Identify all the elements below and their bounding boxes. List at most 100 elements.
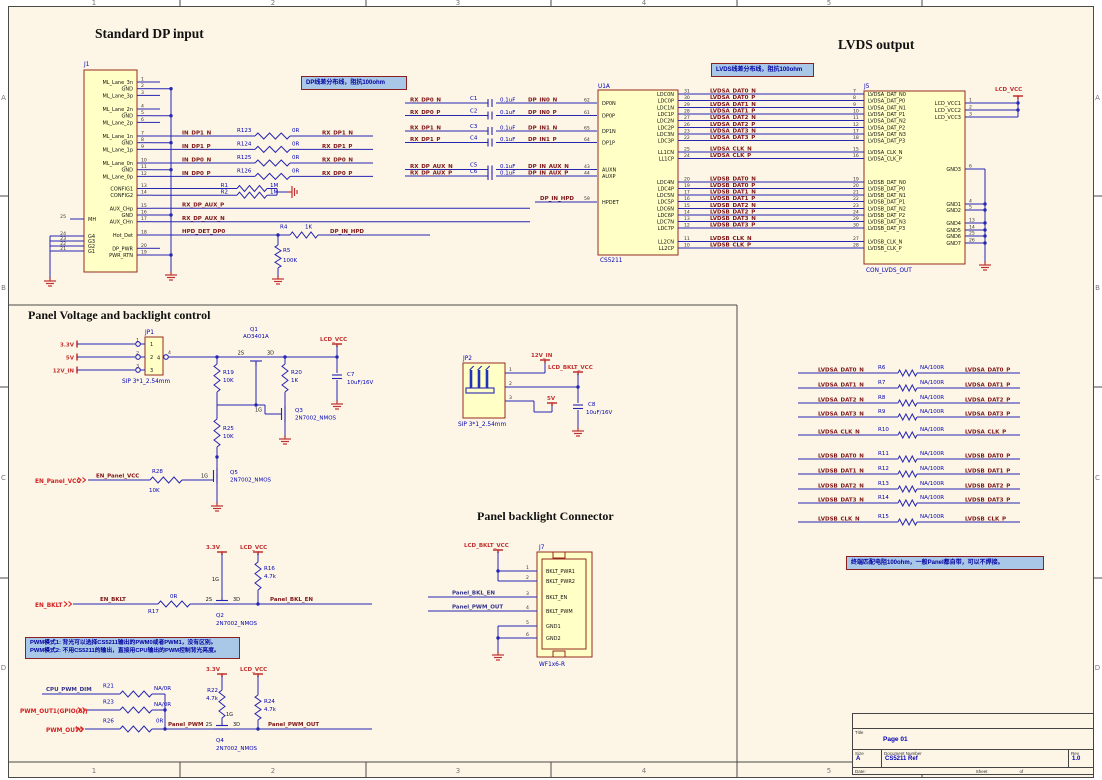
pin-name: GND4 (946, 221, 961, 227)
net-label: DP_IN_AUX_N (528, 164, 569, 170)
resistor-icon (214, 364, 220, 392)
ref-des: R16 (264, 566, 275, 572)
pin-name: ML_Lane_3n (102, 80, 133, 86)
net-label: LVDSB_DAT0_N (710, 177, 756, 183)
pin-number: 22 (853, 196, 859, 202)
net-label: Panel_PWM_OUT (268, 722, 319, 728)
pin-name: HPDET (602, 200, 620, 206)
mosfet-pad-label: 1G (255, 408, 262, 414)
value-label: 0R (156, 719, 163, 725)
power-label: 3.3V (206, 667, 221, 673)
pin-name: 2 (150, 355, 153, 361)
net-label: LVDSA_DAT3_P (710, 135, 755, 141)
doc-number-value: CS5211 Ref (882, 756, 1068, 762)
power-label: LCD_VCC (995, 87, 1022, 93)
resistor-icon (898, 400, 917, 406)
value-label: 10K (223, 378, 234, 384)
value-label: 10uF/16V (347, 380, 373, 386)
header-pin-icon (470, 370, 473, 388)
zone-letter: B (1095, 284, 1100, 292)
net-label: LVDSA_CLK_P (710, 153, 751, 159)
pin-name: LVDSA_DAT_N2 (868, 119, 906, 125)
ref-des: C5 (470, 163, 478, 169)
pin-number: 19 (684, 183, 690, 189)
pin-name: ML_Lane_0n (102, 161, 133, 167)
part-number-jp2: SIP 3*1_2.54mm (458, 422, 506, 428)
pin-name: LVDSB_DAT_P2 (868, 213, 905, 219)
junction-dot (1016, 101, 1019, 104)
resistor-icon (898, 414, 917, 420)
ref-des-q2: Q2 (216, 613, 224, 619)
pin-number: 16 (853, 153, 859, 159)
pin-name: AUX_CHp (110, 206, 133, 212)
value-label: 0R (292, 155, 299, 161)
size-value: A (853, 756, 881, 762)
pin-name: ML_Lane_3p (102, 93, 133, 99)
value-label: 0.1uF (500, 126, 515, 132)
pin-name: LDC0P (658, 99, 674, 105)
pin-name: GND1 (546, 624, 561, 630)
net-label: RX_DP0_N (410, 98, 441, 104)
pin-number: 30 (684, 95, 690, 101)
pin-number: 4 (526, 605, 529, 611)
value-label: 100K (283, 258, 297, 264)
part-number-u1a: CS5211 (600, 258, 623, 264)
pin-name: PWR_RTN (109, 253, 133, 259)
pin-name: CONFIG2 (110, 193, 133, 199)
pin-number: 61 (584, 110, 590, 116)
ref-des: R6 (878, 365, 886, 371)
ref-des: R1 (221, 183, 228, 189)
net-label: LVDSA_DAT1_P (710, 109, 755, 115)
net-label: DP_IN1_N (528, 126, 558, 132)
pin-number: 15 (853, 147, 859, 153)
pin-name: LVDSA_DAT_P3 (868, 139, 905, 145)
pin-name: ML_Lane_1p (102, 147, 133, 153)
ref-des: C1 (470, 96, 477, 102)
zone-number: 2 (271, 767, 275, 775)
net-label: IN_DP1_P (182, 144, 211, 150)
net-label: LVDSA_DAT0_N (818, 368, 864, 374)
pin-name: 1 (150, 342, 153, 348)
mosfet-pad-label: 2S (206, 722, 212, 728)
net-label: LVDSB_DAT1_P (965, 469, 1010, 475)
ref-des: R123 (237, 128, 252, 134)
ref-des-q4: Q4 (216, 738, 224, 744)
title-block-blank-row (853, 714, 1093, 729)
mosfet-pad-label: 1G (226, 712, 233, 718)
ref-des: R21 (103, 684, 114, 690)
net-label: EN_BKLT (100, 597, 126, 603)
net-label: DP_IN0_N (528, 98, 558, 104)
net-label: LVDSB_CLK_N (818, 517, 860, 523)
part-number-q1: AO3401A (243, 334, 269, 340)
resistor-icon (255, 695, 261, 720)
pin-name: GND (122, 168, 134, 174)
power-label: LCD_BKLT_VCC (548, 365, 593, 371)
value-label: NA/0R (154, 686, 171, 692)
mosfet-pad-label: 3D (233, 722, 240, 728)
ref-des: R24 (264, 699, 275, 705)
net-label: LVDSB_DAT0_N (818, 454, 864, 460)
zone-number: 5 (827, 0, 831, 7)
pin-name: Hot_Det (113, 233, 133, 239)
junction-dot (983, 228, 986, 231)
net-label: LVDSB_DAT1_N (818, 469, 864, 475)
junction-dot (983, 241, 986, 244)
net-label: IN_DP1_N (182, 131, 212, 137)
zone-letter: B (1, 284, 6, 292)
net-label: LVDSB_DAT2_P (965, 484, 1010, 490)
port-arrow-icon (64, 602, 67, 607)
pin-name: 3 (150, 368, 153, 374)
net-label: LVDSB_DAT2_N (710, 203, 756, 209)
value-label: 10K (223, 434, 234, 440)
date-label: Date: (853, 768, 868, 777)
ref-des-j5: J5 (863, 84, 870, 90)
zone-number: 1 (92, 0, 96, 7)
net-label: RX_DP1_N (322, 131, 353, 137)
value-label: 1K (291, 378, 298, 384)
header-pin-icon (478, 370, 481, 388)
net-label: IN_DP0_P (182, 171, 211, 177)
value-label: NA/100R (920, 395, 944, 401)
resistor-icon (898, 456, 917, 462)
net-label: LVDSB_DAT3_N (818, 498, 864, 504)
pin-number: 8 (853, 95, 856, 101)
